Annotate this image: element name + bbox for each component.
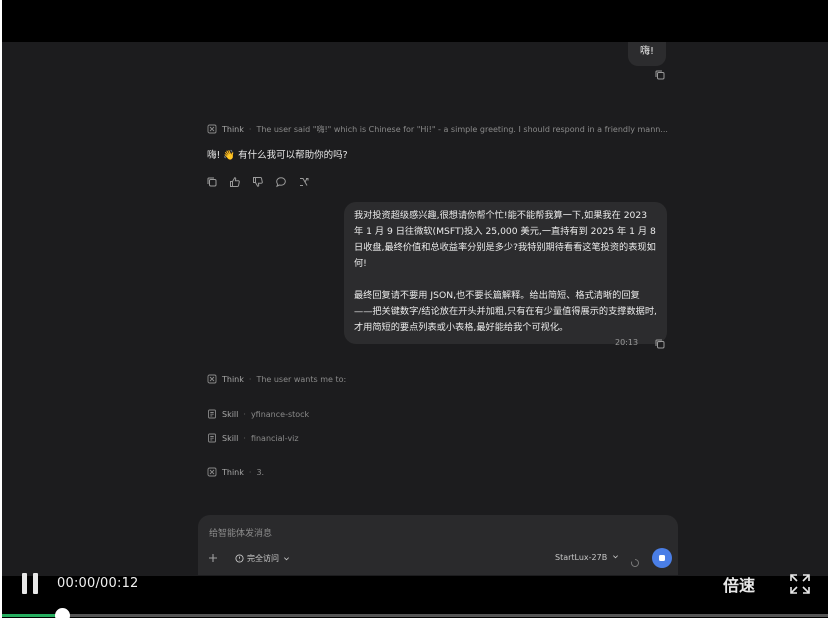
reply-actions [206, 176, 310, 188]
fullscreen-icon[interactable] [789, 573, 811, 595]
model-selector[interactable]: StartLux-27B [555, 553, 619, 562]
think-label: Think [222, 124, 244, 134]
think-label: Think [222, 467, 244, 477]
message-timestamp: 20:13 [615, 338, 639, 347]
progress-knob[interactable] [55, 608, 70, 618]
comment-icon[interactable] [275, 176, 287, 188]
user-message-question: 我对投资超级感兴趣,很想请你帮个忙!能不能帮我算一下,如果我在 2023 年 1… [344, 202, 667, 344]
stop-icon [659, 555, 665, 561]
model-label: StartLux-27B [555, 553, 608, 562]
think-icon [207, 124, 217, 134]
skill-label: Skill [222, 433, 239, 443]
video-letterbox-top [2, 0, 828, 42]
stop-button[interactable] [652, 548, 672, 568]
access-label: 完全访问 [247, 554, 279, 563]
copy-icon[interactable] [206, 176, 218, 188]
separator: · [248, 124, 252, 134]
think-text: The user wants me to: [256, 374, 347, 384]
skill-icon [207, 409, 217, 419]
question-paragraph-2: 最终回复请不要用 JSON,也不要长篇解释。给出简短、格式清晰的回复——把关键数… [354, 290, 657, 333]
message-input[interactable]: 给智能体发消息 [209, 526, 272, 539]
think-text: 3. [256, 467, 265, 477]
think-icon [207, 374, 217, 384]
think-text: The user said "嗨!" which is Chinese for … [256, 124, 668, 134]
copy-icon[interactable] [654, 338, 666, 350]
think-label: Think [222, 374, 244, 384]
shield-icon [235, 554, 244, 563]
plus-icon[interactable] [207, 552, 219, 564]
skill-row[interactable]: Skill · yfinance-stock [207, 408, 309, 420]
separator: · [243, 409, 246, 419]
separator: · [248, 467, 252, 477]
think-row[interactable]: Think · The user wants me to: [207, 373, 346, 385]
think-row[interactable]: Think · The user said "嗨!" which is Chin… [207, 123, 668, 135]
progress-fill [2, 614, 62, 617]
speed-button[interactable]: 倍速 [723, 572, 755, 596]
pause-bar [33, 573, 38, 594]
assistant-reply: 嗨! 👋 有什么我可以帮助你的吗? [207, 150, 348, 161]
question-paragraph-1: 我对投资超级感兴趣,很想请你帮个忙!能不能帮我算一下,如果我在 2023 年 1… [354, 210, 656, 269]
video-frame: 嗨! Think · The user said "嗨!" which is C… [2, 0, 828, 618]
chat-screen: 嗨! Think · The user said "嗨!" which is C… [2, 42, 828, 576]
chevron-down-icon [283, 555, 290, 562]
copy-icon[interactable] [654, 69, 666, 81]
separator: · [248, 374, 252, 384]
thumbs-down-icon[interactable] [252, 176, 264, 188]
skill-label: Skill [222, 409, 239, 419]
separator: · [243, 433, 246, 443]
skill-row[interactable]: Skill · financial-viz [207, 432, 299, 444]
playback-time: 00:00/00:12 [57, 576, 139, 591]
pause-button[interactable] [20, 573, 42, 595]
user-message-text: 嗨! [640, 46, 655, 57]
branch-icon[interactable] [298, 176, 310, 188]
loading-icon [630, 553, 640, 567]
think-icon [207, 467, 217, 477]
skill-name: financial-viz [250, 433, 299, 443]
progress-bar[interactable] [2, 608, 828, 618]
pause-bar [22, 573, 27, 594]
thumbs-up-icon[interactable] [229, 176, 241, 188]
skill-icon [207, 433, 217, 443]
user-message-greeting: 嗨! [628, 42, 667, 66]
access-selector[interactable]: 完全访问 [235, 553, 290, 564]
think-row[interactable]: Think · 3. [207, 466, 264, 478]
skill-name: yfinance-stock [250, 409, 310, 419]
video-controls: 00:00/00:12 倍速 [2, 566, 828, 618]
chevron-down-icon [612, 553, 619, 562]
